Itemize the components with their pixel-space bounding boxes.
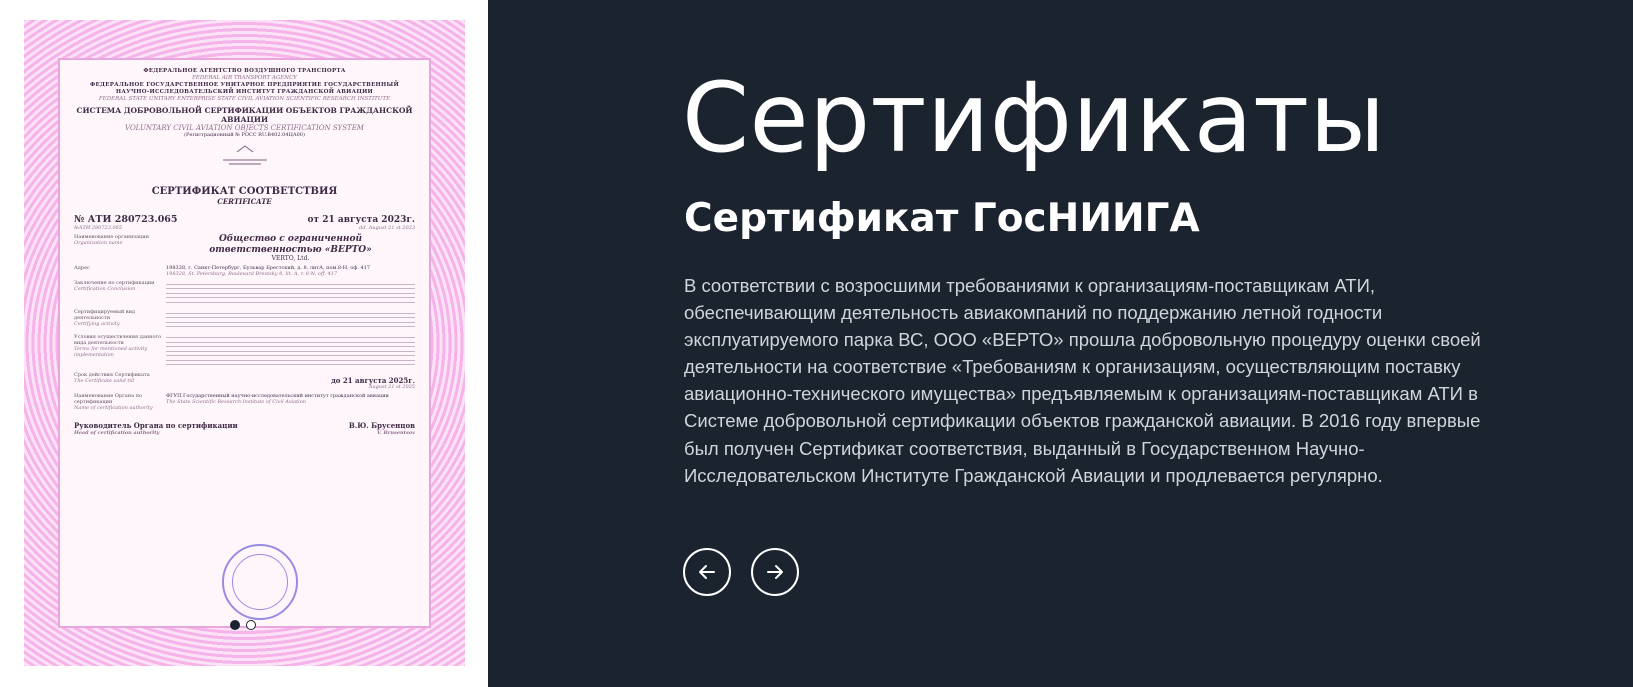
certificate-info-panel: Сертификаты Сертификат ГосНИИГА В соотве… [488,0,1633,687]
cert-stamp-seal [222,544,298,620]
cert-authority: ФГУП Государственный научно-исследовател… [166,392,389,399]
cert-number-en: №АТИ 280723.065 [74,225,123,231]
cert-conditions-label: Условия осуществления данного вида деяте… [74,333,162,346]
page-title: Сертификаты [682,62,1386,174]
cert-field-organization: Наименование организации Organization na… [74,234,415,262]
cert-activity-text [166,309,415,331]
certificate-description: В соответствии с возросшими требованиями… [684,275,1481,486]
prev-slide-button[interactable] [683,548,731,596]
cert-title-en: CERTIFICATE [217,197,272,206]
certificate-document: ФЕДЕРАЛЬНОЕ АГЕНТСТВО ВОЗДУШНОГО ТРАНСПО… [58,58,431,628]
cert-agency: ФЕДЕРАЛЬНОЕ АГЕНТСТВО ВОЗДУШНОГО ТРАНСПО… [143,68,346,74]
cert-head-label: Руководитель Органа по сертификации [74,420,238,430]
cert-authority-label-en: Name of certification authority [74,404,153,411]
cert-title: СЕРТИФИКАТ СООТВЕТСТВИЯ [151,186,338,197]
certificate-slide-panel: ФЕДЕРАЛЬНОЕ АГЕНТСТВО ВОЗДУШНОГО ТРАНСПО… [0,0,488,687]
next-slide-button[interactable] [751,548,799,596]
cert-authority-label: Наименование Органа по сертификации [74,392,143,405]
certificate-image: ФЕДЕРАЛЬНОЕ АГЕНТСТВО ВОЗДУШНОГО ТРАНСПО… [24,20,465,666]
cert-signatory: В.Ю. Брусенцов [348,420,415,430]
cert-org-name: Общество с ограниченной ответственностью… [209,234,372,255]
cert-field-validity: Срок действия Сертификата The Certificat… [74,372,415,390]
cert-field-conclusion: Заключение по сертификации Certification… [74,280,415,306]
cert-valid-until-en: August 21 st 2025 [368,383,415,390]
slider-dot-2[interactable] [246,620,256,630]
cert-org-name-en: VERTO, Ltd. [271,255,310,262]
cert-institute-en: FEDERAL STATE UNITARY ENTERPRISE STATE C… [98,96,391,102]
slider-pagination [230,620,256,630]
cert-activity-label: Сертифицируемый вид деятельности [74,309,135,321]
cert-institute: ФЕДЕРАЛЬНОЕ ГОСУДАРСТВЕННОЕ УНИТАРНОЕ ПР… [90,82,399,95]
slider-navigation [683,548,799,596]
certificate-heading: Сертификат ГосНИИГА [684,196,1200,241]
cert-org-label-en: Organization name [74,240,123,246]
cert-date: от 21 августа 2023г. [307,215,415,225]
cert-conditions-text [166,334,415,369]
arrow-right-icon [767,565,783,579]
cert-system-en: VOLUNTARY CIVIL AVIATION OBJECTS CERTIFI… [125,124,364,132]
cert-field-authority: Наименование Органа по сертификации Name… [74,393,415,411]
cert-authority-en: The State Scientific Research Institute … [166,398,306,405]
cert-registration: (Регистрационный № РОСС RU.В402.04ЦА00) [184,132,305,138]
cert-system: СИСТЕМА ДОБРОВОЛЬНОЙ СЕРТИФИКАЦИИ ОБЪЕКТ… [76,106,413,124]
cert-address-label: Адрес [74,265,90,271]
certificate-emblem-icon [222,145,267,165]
arrow-left-icon [699,565,715,579]
cert-field-activity: Сертифицируемый вид деятельности Certify… [74,309,415,331]
cert-terms-label: Terms for mentioned activity implementat… [74,345,148,358]
cert-field-conditions: Условия осуществления данного вида деяте… [74,334,415,369]
cert-conclusion-text [166,280,415,306]
cert-head-label-en: Head of certification authority [74,429,160,436]
cert-signature-row: Руководитель Органа по сертификации Head… [74,421,415,436]
cert-signatory-en: V. Brusentsov [377,429,415,436]
cert-date-en: dd. August 21 st 2023 [359,225,415,231]
cert-activity-label-en: Certifying activity [74,321,120,327]
cert-validity-label-en: The Certificate valid till [74,377,135,384]
cert-number: № АТИ 280723.065 [74,214,178,225]
cert-address-en: 198328, St. Petersburg, Boulevard Brests… [166,271,338,277]
slider-dot-1[interactable] [230,620,240,630]
cert-conclusion-label-en: Certification Conclusion [74,286,136,292]
cert-field-address: Адрес 198328, г. Санкт-Петербург, Бульва… [74,265,415,277]
cert-agency-en: FEDERAL AIR TRANSPORT AGENCY [192,75,297,81]
